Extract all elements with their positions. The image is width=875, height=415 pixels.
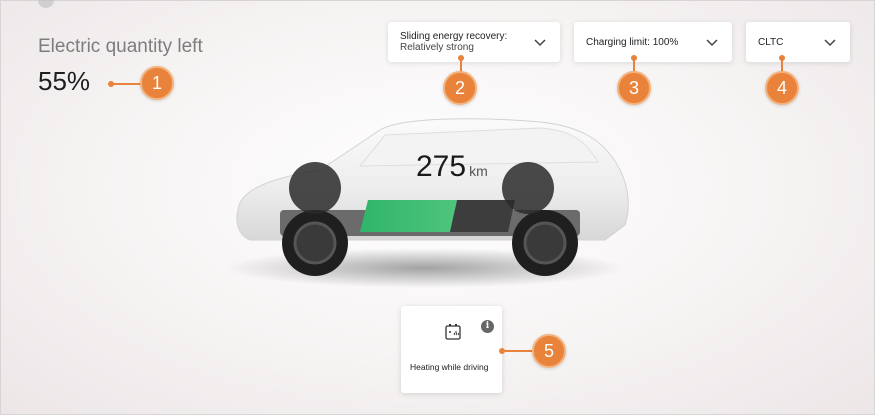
callout-leader-5 xyxy=(499,348,532,354)
battery-percent: 55% xyxy=(38,66,91,96)
charging-limit-dropdown[interactable]: Charging limit: 100% xyxy=(574,22,732,62)
battery-charged-portion xyxy=(360,200,457,232)
energy-recovery-dropdown[interactable]: Sliding energy recovery: Relatively stro… xyxy=(388,22,560,62)
electric-quantity-label: Electric quantity left xyxy=(38,36,203,57)
charging-limit-value: 100% xyxy=(652,36,679,48)
chevron-down-icon xyxy=(534,39,546,47)
heating-while-driving-card[interactable]: i Heating while driving xyxy=(401,306,502,393)
cycle-standard-value: CLTC xyxy=(758,36,784,48)
info-icon[interactable]: i xyxy=(481,320,494,333)
cycle-standard-dropdown[interactable]: CLTC xyxy=(746,22,850,62)
vehicle-illustration xyxy=(225,118,629,288)
front-wheel-back xyxy=(502,162,554,214)
energy-recovery-value: Relatively strong xyxy=(400,42,474,53)
callout-badge-1: 1 xyxy=(140,66,174,100)
range-unit: km xyxy=(469,163,488,179)
rear-wheel-back xyxy=(289,162,341,214)
battery-empty-portion xyxy=(450,200,515,232)
chevron-down-icon xyxy=(824,39,836,47)
heating-card-label: Heating while driving xyxy=(410,362,489,372)
energy-recovery-label: Sliding energy recovery: xyxy=(400,31,508,42)
chevron-down-icon xyxy=(706,39,718,47)
battery-heating-icon xyxy=(445,324,461,340)
range-value: 275 xyxy=(416,150,467,183)
callout-badge-5: 5 xyxy=(532,334,566,368)
callout-leader-1 xyxy=(108,81,141,87)
charging-limit-label: Charging limit: xyxy=(586,36,650,48)
range-readout: 275 km xyxy=(416,150,488,184)
callout-badge-4: 4 xyxy=(765,71,799,105)
